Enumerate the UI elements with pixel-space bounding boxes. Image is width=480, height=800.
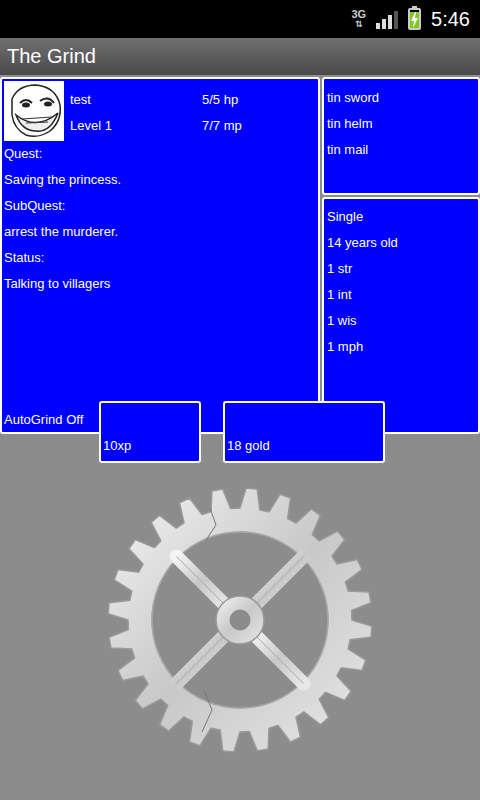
stats-panel: Single14 years old1 str1 int1 wis1 mph (322, 197, 480, 434)
equipment-item: tin mail (325, 137, 478, 163)
subquest-label: SubQuest: (2, 193, 318, 219)
network-type: 3G (351, 9, 366, 20)
spacer (2, 297, 318, 410)
character-info: testLevel 1 (68, 79, 200, 141)
quest-label: Quest: (2, 141, 318, 167)
character-vitals: 5/5 hp7/7 mp (200, 79, 242, 141)
status-label: Status: (2, 245, 318, 271)
title-bar: The Grind (0, 38, 480, 75)
network-indicator: 3G⇅ (351, 9, 366, 29)
character-header: testLevel 15/5 hp7/7 mp (2, 79, 318, 141)
gear-icon[interactable] (104, 484, 376, 756)
subquest-value: arrest the murderer. (2, 219, 318, 245)
stat-item: 1 int (325, 282, 478, 308)
status-value: Talking to villagers (2, 271, 318, 297)
battery-icon (408, 8, 421, 30)
status-bar: 3G⇅ 5:46 (0, 0, 480, 38)
mp-label: 7/7 mp (200, 113, 242, 139)
character-panel: testLevel 15/5 hp7/7 mpQuest:Saving the … (0, 77, 320, 434)
gold-label: 18 gold (227, 438, 270, 453)
troll-face-icon (4, 81, 64, 141)
equipment-panel: tin swordtin helmtin mail (322, 77, 480, 195)
character-level: Level 1 (68, 113, 200, 139)
stat-item: 1 str (325, 256, 478, 282)
character-name: test (68, 87, 200, 113)
charging-icon (410, 12, 419, 28)
stat-item: 1 wis (325, 308, 478, 334)
app-title: The Grind (7, 45, 96, 68)
data-arrows-icon: ⇅ (355, 20, 363, 29)
equipment-item: tin helm (325, 111, 478, 137)
hp-label: 5/5 hp (200, 87, 242, 113)
equipment-item: tin sword (325, 85, 478, 111)
clock: 5:46 (431, 8, 470, 31)
gold-panel: 18 gold (223, 401, 385, 463)
stat-item: 14 years old (325, 230, 478, 256)
stat-item: 1 mph (325, 334, 478, 360)
signal-icon (376, 9, 398, 29)
xp-panel: 10xp (99, 401, 201, 463)
stat-item: Single (325, 204, 478, 230)
xp-label: 10xp (103, 438, 131, 453)
quest-value: Saving the princess. (2, 167, 318, 193)
